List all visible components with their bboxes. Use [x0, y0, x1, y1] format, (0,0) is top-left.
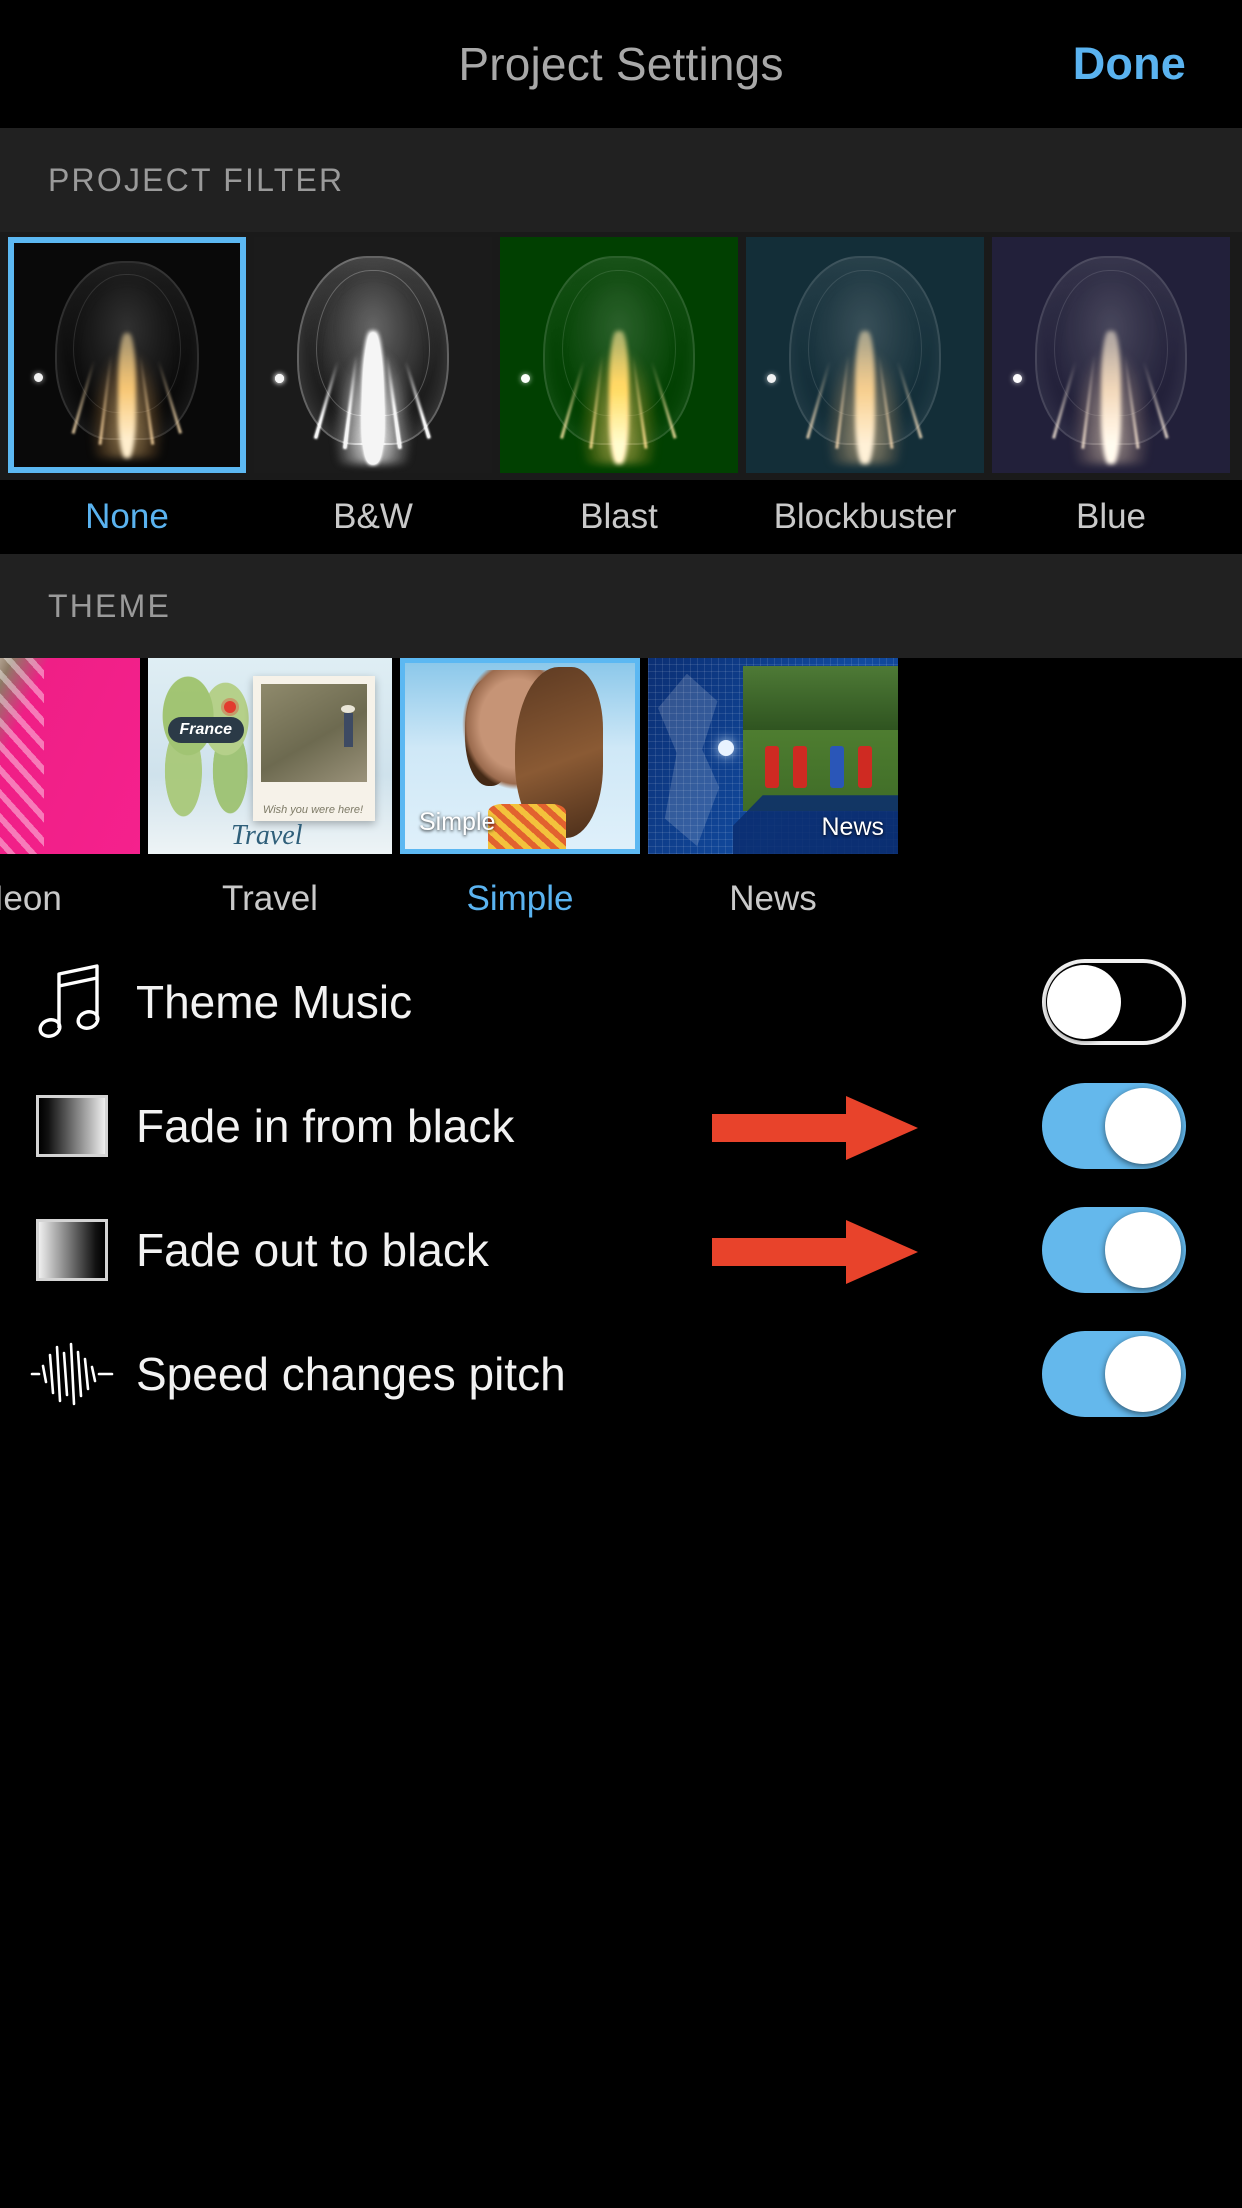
theme-item-simple[interactable]: Simple	[400, 658, 640, 854]
filter-label-blue[interactable]: Blue	[992, 480, 1230, 554]
project-filter-header-label: PROJECT FILTER	[48, 161, 345, 198]
project-settings-screen: Project Settings Done PROJECT FILTER Non…	[0, 0, 1242, 2208]
music-note-icon	[24, 957, 120, 1047]
done-button[interactable]: Done	[1073, 0, 1186, 128]
toggle-fade-out[interactable]	[1042, 1207, 1186, 1293]
setting-row-fade-out[interactable]: Fade out to black	[0, 1188, 1242, 1312]
filter-item-blockbuster[interactable]	[746, 237, 984, 473]
setting-label-speed-changes-pitch: Speed changes pitch	[136, 1348, 566, 1400]
project-filter-section-header: PROJECT FILTER	[0, 128, 1242, 232]
annotation-arrow-fade-in	[712, 1096, 918, 1160]
filter-thumb-none	[8, 237, 246, 473]
theme-label-travel[interactable]: Travel	[148, 858, 392, 940]
filter-item-blast[interactable]	[500, 237, 738, 473]
toggle-theme-music[interactable]	[1042, 959, 1186, 1045]
filter-label-blast[interactable]: Blast	[500, 480, 738, 554]
setting-row-speed-changes-pitch[interactable]: Speed changes pitch	[0, 1312, 1242, 1436]
theme-item-neon[interactable]	[0, 658, 140, 854]
filter-item-none[interactable]	[8, 237, 246, 473]
project-filter-carousel[interactable]	[0, 232, 1242, 480]
theme-labels: Neon Travel Simple News	[0, 858, 1242, 940]
filter-thumb-blast	[500, 237, 738, 473]
theme-travel-country-pill: France	[167, 716, 244, 743]
map-pin-icon	[223, 701, 236, 714]
theme-overlay-label-travel: Travel	[230, 820, 303, 851]
filter-thumb-blue	[992, 237, 1230, 473]
theme-thumb-neon	[0, 658, 140, 854]
navigation-bar: Project Settings Done	[0, 0, 1242, 128]
setting-label-fade-out: Fade out to black	[136, 1224, 489, 1276]
annotation-arrow-fade-out	[712, 1220, 918, 1284]
setting-row-fade-in[interactable]: Fade in from black	[0, 1064, 1242, 1188]
filter-thumb-blockbuster	[746, 237, 984, 473]
setting-label-theme-music: Theme Music	[136, 976, 413, 1028]
settings-rows: Theme Music Fade in from black Fade out …	[0, 940, 1242, 1436]
filter-label-bw[interactable]: B&W	[254, 480, 492, 554]
toggle-knob	[1105, 1212, 1181, 1288]
theme-item-travel[interactable]: France Wish you were here! Travel	[148, 658, 392, 854]
theme-thumb-travel: France Wish you were here! Travel	[148, 658, 392, 854]
fade-out-icon	[24, 1205, 120, 1295]
filter-item-blue[interactable]	[992, 237, 1230, 473]
theme-header-label: THEME	[48, 587, 171, 624]
filter-label-none[interactable]: None	[8, 480, 246, 554]
theme-overlay-label-news: News	[821, 813, 884, 841]
filter-item-bw[interactable]	[254, 237, 492, 473]
toggle-knob	[1105, 1088, 1181, 1164]
project-filter-labels: None B&W Blast Blockbuster Blue	[0, 480, 1242, 554]
theme-section-header: THEME	[0, 554, 1242, 658]
toggle-fade-in[interactable]	[1042, 1083, 1186, 1169]
page-title: Project Settings	[458, 38, 784, 90]
theme-item-news[interactable]: News	[648, 658, 898, 854]
theme-label-news[interactable]: News	[648, 858, 898, 940]
fade-in-icon	[24, 1081, 120, 1171]
theme-label-neon[interactable]: Neon	[0, 858, 140, 940]
theme-carousel[interactable]: France Wish you were here! Travel Simple	[0, 658, 1242, 858]
theme-overlay-label-simple: Simple	[419, 808, 496, 836]
toggle-knob	[1047, 965, 1121, 1039]
audio-waveform-icon	[24, 1329, 120, 1419]
setting-row-theme-music[interactable]: Theme Music	[0, 940, 1242, 1064]
theme-label-simple[interactable]: Simple	[400, 858, 640, 940]
setting-label-fade-in: Fade in from black	[136, 1100, 515, 1152]
toggle-knob	[1105, 1336, 1181, 1412]
filter-label-blockbuster[interactable]: Blockbuster	[746, 480, 984, 554]
filter-thumb-bw	[254, 237, 492, 473]
toggle-speed-changes-pitch[interactable]	[1042, 1331, 1186, 1417]
